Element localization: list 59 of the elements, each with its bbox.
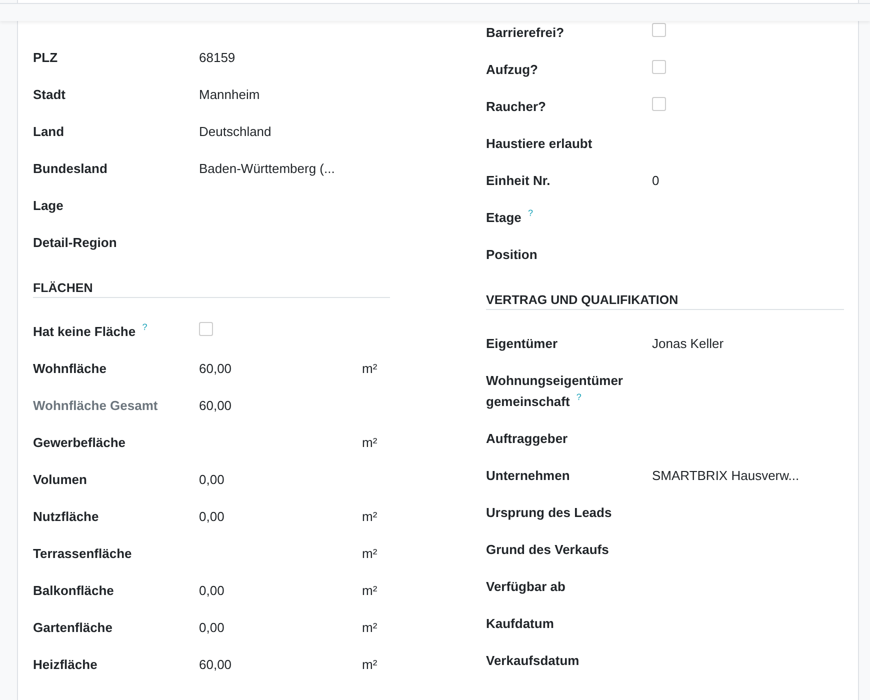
field-label: Grund des Verkaufs (486, 542, 609, 557)
field-label: Aufzug? (486, 62, 538, 77)
checkbox[interactable] (199, 322, 213, 336)
field-label: Unternehmen (486, 468, 570, 483)
field-label: Einheit Nr. (486, 173, 550, 188)
unit-label: m² (362, 620, 378, 635)
field-label: Balkonfläche (33, 583, 114, 598)
field-label: Nutzfläche (33, 509, 99, 524)
field-value: Baden-Württemberg (... (199, 161, 335, 176)
field-value: Deutschland (199, 124, 272, 139)
field-label: Stadt (33, 87, 66, 102)
field-value: 0,00 (199, 583, 224, 598)
field-label: Etage $^{?}$ (486, 210, 534, 225)
section-heading: FLÄCHEN (33, 261, 390, 298)
unit-label: m² (362, 657, 378, 672)
field-label: Land (33, 124, 64, 139)
field-value: Mannheim (199, 87, 260, 102)
checkbox[interactable] (652, 23, 666, 37)
field-label: Raucher? (486, 99, 546, 114)
field-value: 60,00 (199, 361, 232, 376)
field-label: Detail-Region (33, 235, 117, 250)
unit-label: m² (362, 546, 378, 561)
field-value: SMARTBRIX Hausverw... (652, 468, 800, 483)
field-label: Kaufdatum (486, 616, 554, 631)
checkbox[interactable] (652, 97, 666, 111)
section-heading: VERTRAG UND QUALIFIKATION (486, 273, 844, 310)
field-label: Auftraggeber (486, 431, 568, 446)
field-value: 0 (652, 173, 660, 188)
unit-label: m² (362, 583, 378, 598)
field-value: 0,00 (199, 620, 224, 635)
field-value: 0,00 (199, 472, 224, 487)
field-label: Haustiere erlaubt (486, 136, 592, 151)
field-label: Bundesland (33, 161, 108, 176)
field-label: Gewerbefläche (33, 435, 126, 450)
field-value: 68159 (199, 50, 236, 65)
field-label: Verkaufsdatum (486, 653, 580, 668)
field-value: 60,00 (199, 657, 232, 672)
checkbox[interactable] (652, 60, 666, 74)
field-value: Jonas Keller (652, 336, 724, 351)
field-label: Barrierefrei? (486, 25, 564, 40)
field-label: Terrassenfläche (33, 546, 132, 561)
field-label: Wohnfläche Gesamt (33, 398, 158, 413)
field-label: Heizfläche (33, 657, 98, 672)
field-label: Wohnfläche (33, 361, 106, 376)
field-value: 60,00 (199, 398, 232, 413)
field-label: Position (486, 247, 538, 262)
field-label: Volumen (33, 472, 87, 487)
field-value: 0,00 (199, 509, 224, 524)
unit-label: m² (362, 435, 378, 450)
field-label: Ursprung des Leads (486, 505, 612, 520)
field-label: Wohnungseigentümer gemeinschaft $^{?}$ (486, 373, 623, 409)
field-label: Gartenfläche (33, 620, 112, 635)
field-label: Hat keine Fläche $^{?}$ (33, 324, 148, 339)
field-label: Lage (33, 198, 64, 213)
unit-label: m² (362, 509, 378, 524)
field-label: PLZ (33, 50, 58, 65)
field-label: Eigentümer (486, 336, 558, 351)
unit-label: m² (362, 361, 378, 376)
field-label: Verfügbar ab (486, 579, 566, 594)
